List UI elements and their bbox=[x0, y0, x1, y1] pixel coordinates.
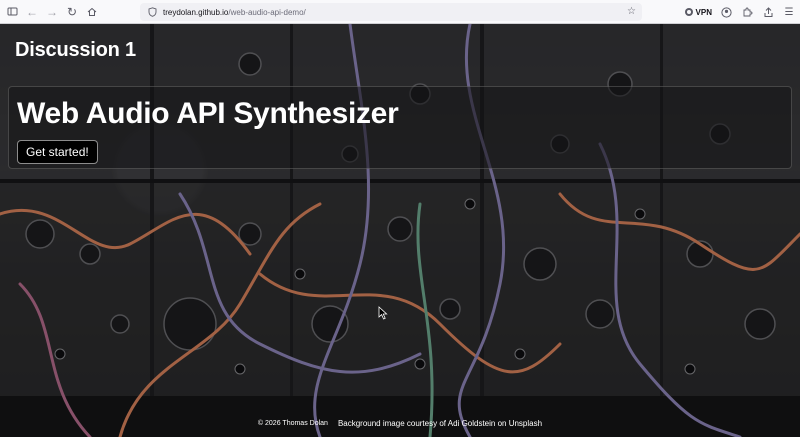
page-viewport: Discussion 1 Web Audio API Synthesizer G… bbox=[0, 24, 800, 437]
hero-heading: Web Audio API Synthesizer bbox=[17, 97, 399, 130]
forward-icon[interactable]: → bbox=[43, 3, 61, 21]
back-icon[interactable]: ← bbox=[23, 3, 41, 21]
address-bar[interactable]: treydolan.github.io/web-audio-api-demo/ … bbox=[140, 3, 642, 21]
footer: © 2026 Thomas Dolan Background image cou… bbox=[0, 416, 800, 430]
lock-icon[interactable] bbox=[148, 7, 158, 17]
star-icon[interactable]: ☆ bbox=[627, 6, 636, 17]
get-started-button[interactable]: Get started! bbox=[17, 140, 98, 164]
reload-icon[interactable]: ↻ bbox=[63, 3, 81, 21]
browser-toolbar: ← → ↻ treydolan.github.io/web-audio-api-… bbox=[0, 0, 800, 24]
site-title[interactable]: Discussion 1 bbox=[15, 39, 136, 62]
footer-credit[interactable]: Background image courtesy of Adi Goldste… bbox=[338, 419, 542, 428]
account-icon[interactable] bbox=[719, 5, 733, 19]
url-path: /web-audio-api-demo/ bbox=[228, 7, 306, 17]
vpn-icon bbox=[684, 8, 693, 16]
share-icon[interactable] bbox=[761, 5, 775, 19]
vpn-label: VPN bbox=[695, 7, 712, 17]
extensions-icon[interactable] bbox=[740, 5, 754, 19]
sidebar-icon[interactable] bbox=[3, 3, 21, 21]
url-host: treydolan.github.io bbox=[163, 7, 229, 17]
vpn-button[interactable]: VPN bbox=[684, 7, 712, 17]
menu-icon[interactable]: ☰ bbox=[782, 5, 796, 19]
mouse-cursor-icon bbox=[378, 306, 388, 320]
footer-copyright: © 2026 Thomas Dolan bbox=[257, 419, 328, 427]
hero-section: Web Audio API Synthesizer Get started! bbox=[8, 86, 792, 169]
home-icon[interactable] bbox=[83, 3, 101, 21]
